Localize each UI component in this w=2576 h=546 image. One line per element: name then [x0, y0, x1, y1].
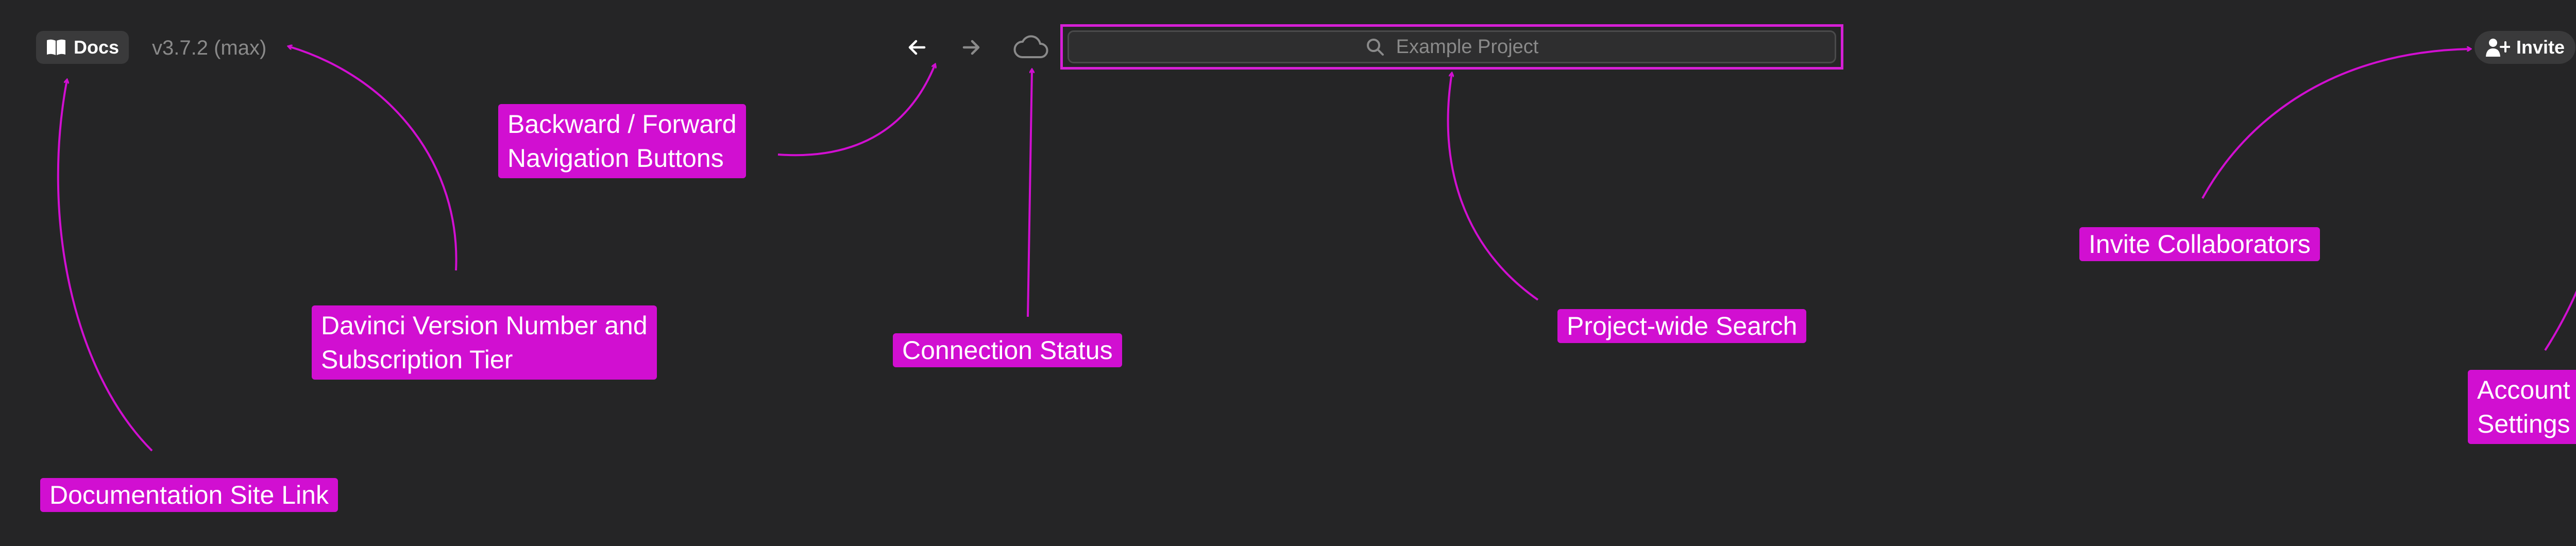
annotation-nav-line1: Backward / Forward	[507, 110, 737, 139]
annotation-account: Account Settings	[2468, 370, 2576, 444]
arrow-nav	[777, 64, 935, 157]
annotation-arrows	[57, 0, 2576, 452]
annotation-version: Davinci Version Number and Subscription …	[312, 305, 657, 380]
annotation-docs: Documentation Site Link	[40, 478, 338, 512]
annotation-account-line1: Account	[2477, 376, 2570, 404]
arrow-connection	[1027, 70, 1032, 317]
annotation-navigation: Backward / Forward Navigation Buttons	[498, 104, 746, 178]
arrow-search	[1447, 73, 1539, 301]
annotation-version-line2: Subscription Tier	[321, 345, 513, 374]
annotation-account-line2: Settings	[2477, 410, 2570, 438]
arrow-invite	[2201, 49, 2470, 199]
annotation-version-line1: Davinci Version Number and	[321, 311, 648, 340]
arrow-docs	[57, 80, 153, 452]
arrow-version	[289, 46, 457, 271]
screenshot-canvas: Docs v3.7.2 (max) Example Project Invite	[0, 0, 2576, 546]
annotation-search: Project-wide Search	[1557, 309, 1807, 343]
annotation-nav-line2: Navigation Buttons	[507, 144, 724, 173]
annotation-invite: Invite Collaborators	[2079, 227, 2320, 261]
annotation-connection: Connection Status	[893, 333, 1122, 367]
arrow-account	[2544, 290, 2576, 351]
